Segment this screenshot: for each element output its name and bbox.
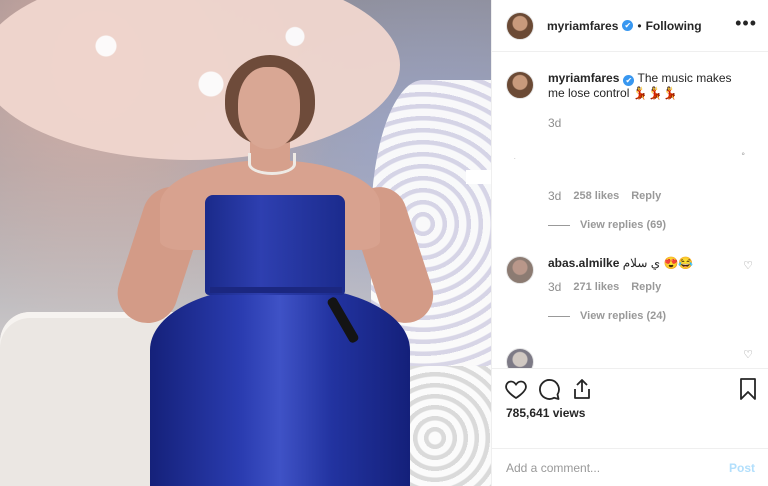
view-replies-line — [548, 315, 570, 317]
view-replies-line — [548, 224, 570, 226]
comment-body: abas.almilke ي سلام 😍😂 — [548, 256, 748, 271]
gown-skirt — [150, 287, 410, 486]
add-comment-bar: Post — [492, 448, 768, 486]
caption-username[interactable]: myriamfares — [548, 71, 619, 85]
share-icon[interactable] — [570, 377, 594, 401]
reply-button[interactable]: Reply — [631, 281, 661, 293]
comment-text: ي سلام — [622, 256, 661, 270]
singer-figure — [109, 55, 441, 486]
like-comment-heart-icon[interactable]: ♡ — [743, 348, 753, 361]
view-replies-button[interactable]: View replies (69) — [548, 219, 666, 231]
view-replies-button[interactable]: View replies (24) — [548, 310, 666, 322]
video-edge-artifact — [466, 170, 491, 184]
caption-emojis: 💃💃💃 — [632, 86, 678, 100]
commenter-username[interactable]: abas.almilke — [548, 256, 619, 270]
comment-likes[interactable]: 271 likes — [573, 281, 619, 293]
post-video[interactable] — [0, 0, 491, 486]
view-replies-label: View replies (24) — [580, 310, 667, 322]
commenter-avatar[interactable] — [506, 256, 534, 284]
post-side-panel: myriamfares ✔ • Following ••• myriamfare… — [491, 0, 768, 486]
view-replies-label: View replies (69) — [580, 219, 667, 231]
post-comment-button[interactable]: Post — [729, 461, 755, 475]
caption-meta: 3d — [548, 116, 561, 130]
face — [238, 67, 300, 149]
caption-body: myriamfares ✔ The music makes me lose con… — [548, 71, 748, 101]
bookmark-icon[interactable] — [736, 377, 760, 401]
comment-input[interactable] — [506, 460, 706, 475]
comment-artifact: . — [514, 155, 516, 161]
necklace — [248, 153, 296, 175]
author-avatar[interactable] — [506, 11, 534, 40]
caption-avatar[interactable] — [506, 71, 534, 99]
like-comment-heart-icon[interactable]: ♡ — [743, 259, 753, 272]
comment-meta: 3d 271 likes Reply — [548, 280, 661, 294]
comments-list[interactable]: myriamfares ✔ The music makes me lose con… — [492, 53, 768, 368]
verified-badge-icon: ✔ — [622, 20, 634, 31]
comment-emojis: 😍😂 — [663, 256, 694, 270]
post-header: myriamfares ✔ • Following ••• — [492, 0, 768, 52]
reply-button[interactable]: Reply — [631, 190, 661, 202]
comment-likes[interactable]: 258 likes — [573, 190, 619, 202]
more-options-icon[interactable]: ••• — [735, 14, 757, 32]
author-username[interactable]: myriamfares — [547, 19, 618, 33]
comment-time[interactable]: 3d — [548, 189, 561, 203]
gown-belt — [210, 287, 342, 293]
heart-icon[interactable] — [504, 377, 528, 401]
comment-meta: 3d 258 likes Reply — [548, 189, 661, 203]
gown-bodice — [205, 195, 345, 295]
separator-dot: • — [637, 18, 642, 33]
view-count[interactable]: 785,641 views — [506, 406, 585, 420]
verified-badge-icon: ✔ — [623, 75, 635, 86]
comment-time[interactable]: 3d — [548, 280, 561, 294]
comment-icon[interactable] — [537, 377, 561, 401]
comment-artifact: ° — [741, 151, 745, 161]
caption-time[interactable]: 3d — [548, 116, 561, 130]
post-actions: 785,641 views — [492, 368, 768, 450]
following-button[interactable]: Following — [646, 19, 702, 33]
commenter-avatar[interactable] — [506, 348, 534, 368]
